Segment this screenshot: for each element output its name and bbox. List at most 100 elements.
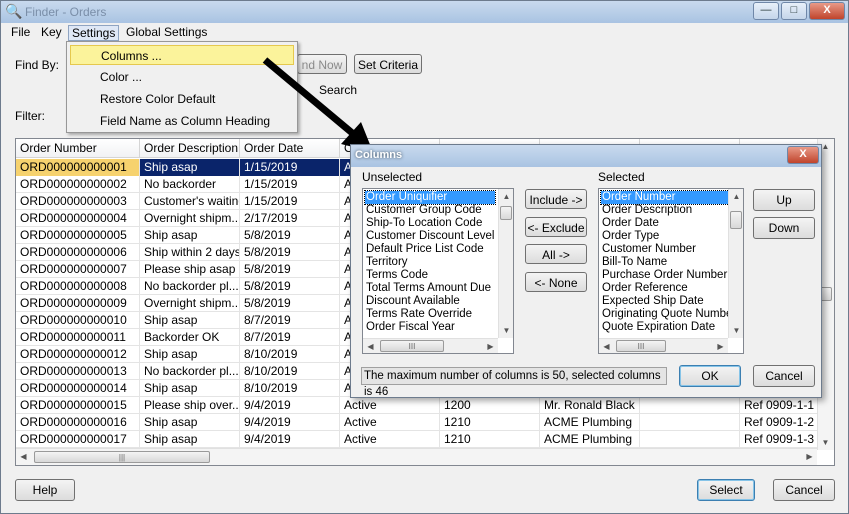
table-cell[interactable]: ACME Plumbing [540,431,640,448]
table-cell[interactable]: 8/7/2019 [240,312,340,329]
help-button[interactable]: Help [15,479,75,501]
table-cell[interactable]: 5/8/2019 [240,227,340,244]
table-cell[interactable]: ORD000000000001 [16,159,140,176]
list-item[interactable]: Default Price List Code [365,243,495,256]
all-button[interactable]: All -> [525,244,587,264]
scroll-right-icon[interactable]: ▶ [713,339,728,353]
table-cell[interactable]: 1/15/2019 [240,193,340,210]
table-cell[interactable]: ORD000000000009 [16,295,140,312]
scroll-right-icon[interactable]: ▶ [802,449,817,464]
table-cell[interactable]: Please ship asap [140,261,240,278]
table-cell[interactable]: Ship asap [140,414,240,431]
selected-listbox[interactable]: Order Number Order Description Order Date O… [598,188,744,354]
table-cell[interactable]: Ship asap [140,380,240,397]
table-cell[interactable]: ORD000000000013 [16,363,140,380]
selected-vscroll[interactable]: ▲ ▼ [728,189,743,338]
menu-global-settings[interactable]: Global Settings [123,25,210,41]
table-cell[interactable]: Overnight shipm... [140,295,240,312]
table-cell[interactable]: No backorder pl... [140,363,240,380]
unselected-listbox[interactable]: Order Uniquifier Customer Group Code Ship-… [362,188,514,354]
scroll-up-icon[interactable]: ▲ [499,189,513,204]
exclude-button[interactable]: <- Exclude [525,217,587,237]
list-item[interactable]: Ship-To Location Code [365,217,495,230]
scroll-down-icon[interactable]: ▼ [729,323,743,338]
scroll-thumb[interactable] [730,211,742,229]
list-item[interactable]: Quote Expiration Date [601,321,731,334]
maximize-button[interactable]: □ [781,2,807,20]
cancel-button[interactable]: Cancel [773,479,835,501]
scroll-left-icon[interactable]: ◀ [16,449,31,464]
list-item[interactable]: Order Fiscal Year [365,321,495,334]
table-cell[interactable]: Ship asap [140,346,240,363]
table-cell[interactable]: 8/10/2019 [240,363,340,380]
table-cell[interactable]: 1210 [440,431,540,448]
list-item[interactable]: Order Number [600,190,732,205]
table-cell[interactable]: 1/15/2019 [240,176,340,193]
table-cell[interactable]: ORD000000000006 [16,244,140,261]
scroll-right-icon[interactable]: ▶ [483,339,498,353]
hscroll-thumb[interactable]: III [616,340,666,352]
table-cell[interactable]: ORD000000000008 [16,278,140,295]
table-cell[interactable]: ORD000000000011 [16,329,140,346]
include-button[interactable]: Include -> [525,189,587,209]
scroll-left-icon[interactable]: ◀ [599,339,614,353]
select-button[interactable]: Select [697,479,755,501]
table-cell[interactable] [640,431,740,448]
table-cell[interactable]: ORD000000000002 [16,176,140,193]
list-item[interactable]: Terms Code [365,269,495,282]
table-cell[interactable]: Active [340,431,440,448]
unselected-hscroll[interactable]: ◀ III ▶ [363,338,498,353]
close-button[interactable]: X [809,2,845,20]
list-item[interactable]: Customer Group Code [365,204,495,217]
table-cell[interactable]: 1210 [440,414,540,431]
list-item[interactable]: Order Uniquifier [364,190,496,205]
table-row[interactable]: ORD000000000017 Ship asap 9/4/2019 Active 12… [16,431,834,448]
list-item[interactable]: Total Terms Amount Due [365,282,495,295]
scroll-left-icon[interactable]: ◀ [363,339,378,353]
table-cell[interactable]: No backorder [140,176,240,193]
minimize-button[interactable]: — [753,2,779,20]
menu-file[interactable]: File [8,25,33,41]
list-item[interactable]: Discount Available [365,295,495,308]
table-cell[interactable]: 2/17/2019 [240,210,340,227]
hscroll-thumb[interactable]: III [380,340,444,352]
table-cell[interactable]: 8/10/2019 [240,380,340,397]
table-cell[interactable]: 9/4/2019 [240,431,340,448]
table-cell[interactable]: Ship asap [140,312,240,329]
columns-cancel-button[interactable]: Cancel [753,365,815,387]
columns-dialog-title-bar[interactable]: Columns X [351,145,821,167]
table-cell[interactable]: ORD000000000015 [16,397,140,414]
table-cell[interactable]: 5/8/2019 [240,261,340,278]
unselected-vscroll[interactable]: ▲ ▼ [498,189,513,338]
table-cell[interactable]: ORD000000000010 [16,312,140,329]
selected-hscroll[interactable]: ◀ III ▶ [599,338,728,353]
col-order-number[interactable]: Order Number [16,139,140,158]
scroll-thumb[interactable] [500,206,512,220]
list-item[interactable]: Territory [365,256,495,269]
none-button[interactable]: <- None [525,272,587,292]
title-bar[interactable]: 🔍 Finder - Orders — □ X [1,1,848,23]
col-order-description[interactable]: Order Description [140,139,240,158]
scroll-down-icon[interactable]: ▼ [818,435,833,450]
table-cell[interactable]: 9/4/2019 [240,414,340,431]
table-cell[interactable]: Ship asap [140,431,240,448]
table-cell[interactable]: 1200 [440,397,540,414]
table-cell[interactable]: Please ship over... [140,397,240,414]
list-item[interactable]: Purchase Order Number [601,269,731,282]
table-cell[interactable]: 5/8/2019 [240,295,340,312]
table-cell[interactable]: ACME Plumbing [540,414,640,431]
list-item[interactable]: Customer Discount Level [365,230,495,243]
table-cell[interactable] [640,414,740,431]
table-cell[interactable]: ORD000000000017 [16,431,140,448]
up-button[interactable]: Up [753,189,815,211]
list-item[interactable]: Order Date [601,217,731,230]
table-cell[interactable]: Ship within 2 days [140,244,240,261]
table-cell[interactable]: Overnight shipm... [140,210,240,227]
list-item[interactable]: Bill-To Name [601,256,731,269]
hscroll-thumb[interactable]: ||| [34,451,210,463]
menu-settings[interactable]: Settings [68,25,120,41]
list-item[interactable]: Order Type [601,230,731,243]
grid-horizontal-scrollbar[interactable]: ◀ ||| ▶ [16,448,817,465]
down-button[interactable]: Down [753,217,815,239]
menu-key[interactable]: Key [38,25,65,41]
